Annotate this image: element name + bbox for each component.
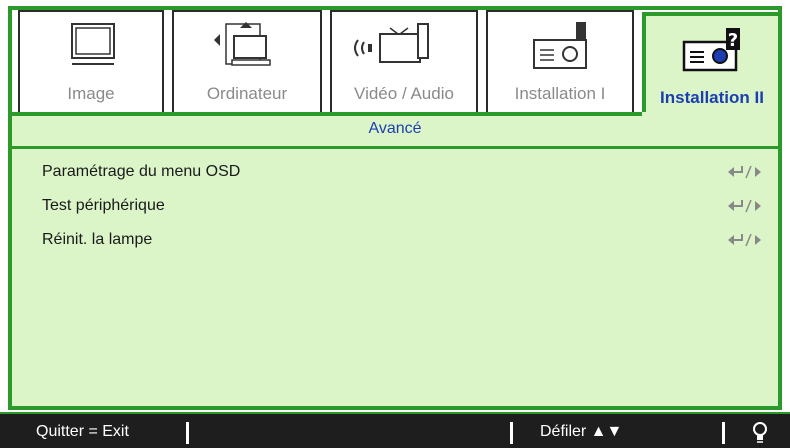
- tab-label: Installation I: [514, 84, 606, 103]
- tab-video-audio[interactable]: Vidéo / Audio: [330, 10, 478, 114]
- scroll-hint: Défiler ▲▼: [540, 423, 623, 440]
- tab-installation-1[interactable]: Installation I: [486, 10, 634, 114]
- status-bar: Quitter = Exit Défiler ▲▼: [0, 412, 790, 448]
- menu-item-label: Réinit. la lampe: [42, 231, 153, 248]
- tab-label: Ordinateur: [206, 84, 288, 103]
- exit-hint: Quitter = Exit: [36, 423, 129, 440]
- divider: [12, 112, 642, 116]
- svg-text:?: ?: [728, 30, 738, 51]
- content-panel: Avancé Paramétrage du menu OSD Test péri…: [12, 112, 778, 406]
- video-audio-icon: [332, 18, 476, 82]
- divider: [510, 422, 513, 444]
- divider: [12, 146, 778, 149]
- lightbulb-icon: [750, 420, 770, 448]
- projector-icon: [488, 18, 632, 82]
- menu-item-osd-settings[interactable]: Paramétrage du menu OSD: [42, 158, 762, 188]
- tab-image[interactable]: Image: [18, 10, 164, 114]
- tab-installation-2[interactable]: ? Installation II: [642, 12, 782, 116]
- tab-label: Vidéo / Audio: [354, 84, 454, 103]
- menu-item-device-test[interactable]: Test périphérique: [42, 192, 762, 222]
- divider: [186, 422, 189, 444]
- section-title: Avancé: [368, 120, 422, 137]
- menu-item-label: Paramétrage du menu OSD: [42, 163, 241, 180]
- enter-arrow-icon: [718, 164, 766, 180]
- tab-label: Image: [67, 84, 115, 103]
- osd-menu: Image Ordinateur Vidéo / Audio Installat…: [0, 0, 790, 448]
- monitor-icon: [20, 18, 162, 82]
- enter-arrow-icon: [718, 198, 766, 214]
- projector-question-icon: ?: [646, 22, 778, 86]
- tab-label: Installation II: [660, 88, 764, 107]
- enter-arrow-icon: [718, 232, 766, 248]
- divider: [722, 422, 725, 444]
- computer-icon: [174, 18, 320, 82]
- menu-item-lamp-reset[interactable]: Réinit. la lampe: [42, 226, 762, 256]
- menu-item-label: Test périphérique: [42, 197, 165, 214]
- tab-ordinateur[interactable]: Ordinateur: [172, 10, 322, 114]
